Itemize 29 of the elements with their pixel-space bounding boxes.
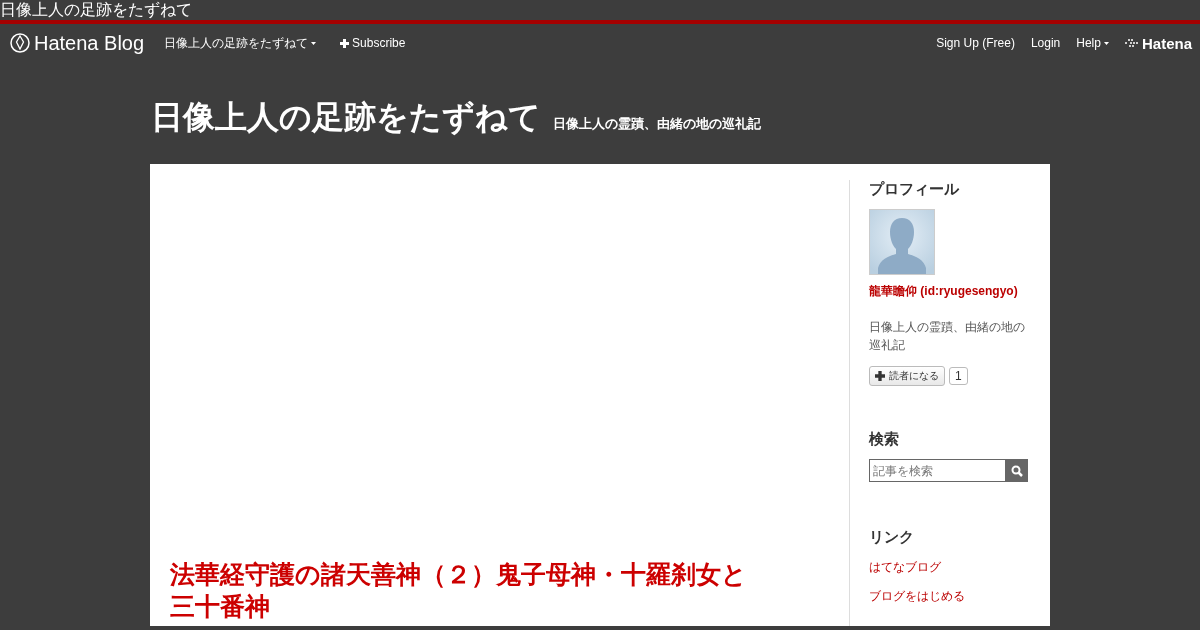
follow-button[interactable]: 読者になる (869, 366, 945, 386)
caret-icon (311, 41, 317, 45)
hatena-logo[interactable]: Hatena (1124, 34, 1192, 52)
section-heading: リンク (869, 528, 915, 547)
nav-link[interactable]: Sign Up (Free) (936, 36, 1015, 50)
blog-description: 日像上人の霊蹟、由緒の地の巡礼記 (553, 115, 761, 133)
search-button[interactable] (1006, 459, 1028, 482)
author-link[interactable]: 龍華瞻仰 (id:ryugesengyo) (869, 283, 1049, 300)
help-menu[interactable]: Help (1076, 36, 1109, 50)
section-heading: 検索 (869, 430, 900, 449)
subscribe-link[interactable]: Subscribe (340, 36, 406, 50)
caret-icon (1103, 41, 1109, 45)
window-title: 日像上人の足跡をたずねて (0, 0, 192, 20)
search-field[interactable]: 記事を検索 (869, 459, 1006, 482)
reader-count: 1 (949, 367, 968, 385)
blog-title[interactable]: 日像上人の足跡をたずねて (151, 96, 541, 140)
avatar-silhouette (869, 209, 935, 275)
brand-logo[interactable]: Hatena Blog (10, 31, 145, 55)
plus-icon (875, 371, 885, 381)
pen-nib-icon (10, 33, 30, 53)
sidebar-link[interactable]: ブログをはじめる (869, 588, 1049, 605)
search-icon (1011, 464, 1023, 477)
nav-link[interactable]: Login (1030, 36, 1061, 50)
section-heading: プロフィール (869, 180, 960, 199)
profile-description: 日像上人の霊蹟、由緒の地の巡礼記 (869, 319, 1026, 354)
article-title[interactable]: 法華経守護の諸天善神（２）鬼子母神・十羅刹女と三十番神 (170, 558, 750, 622)
blog-menu[interactable]: 日像上人の足跡をたずねて (164, 34, 317, 52)
sidebar-link[interactable]: はてなブログ (869, 559, 1049, 576)
plus-icon (340, 38, 350, 48)
